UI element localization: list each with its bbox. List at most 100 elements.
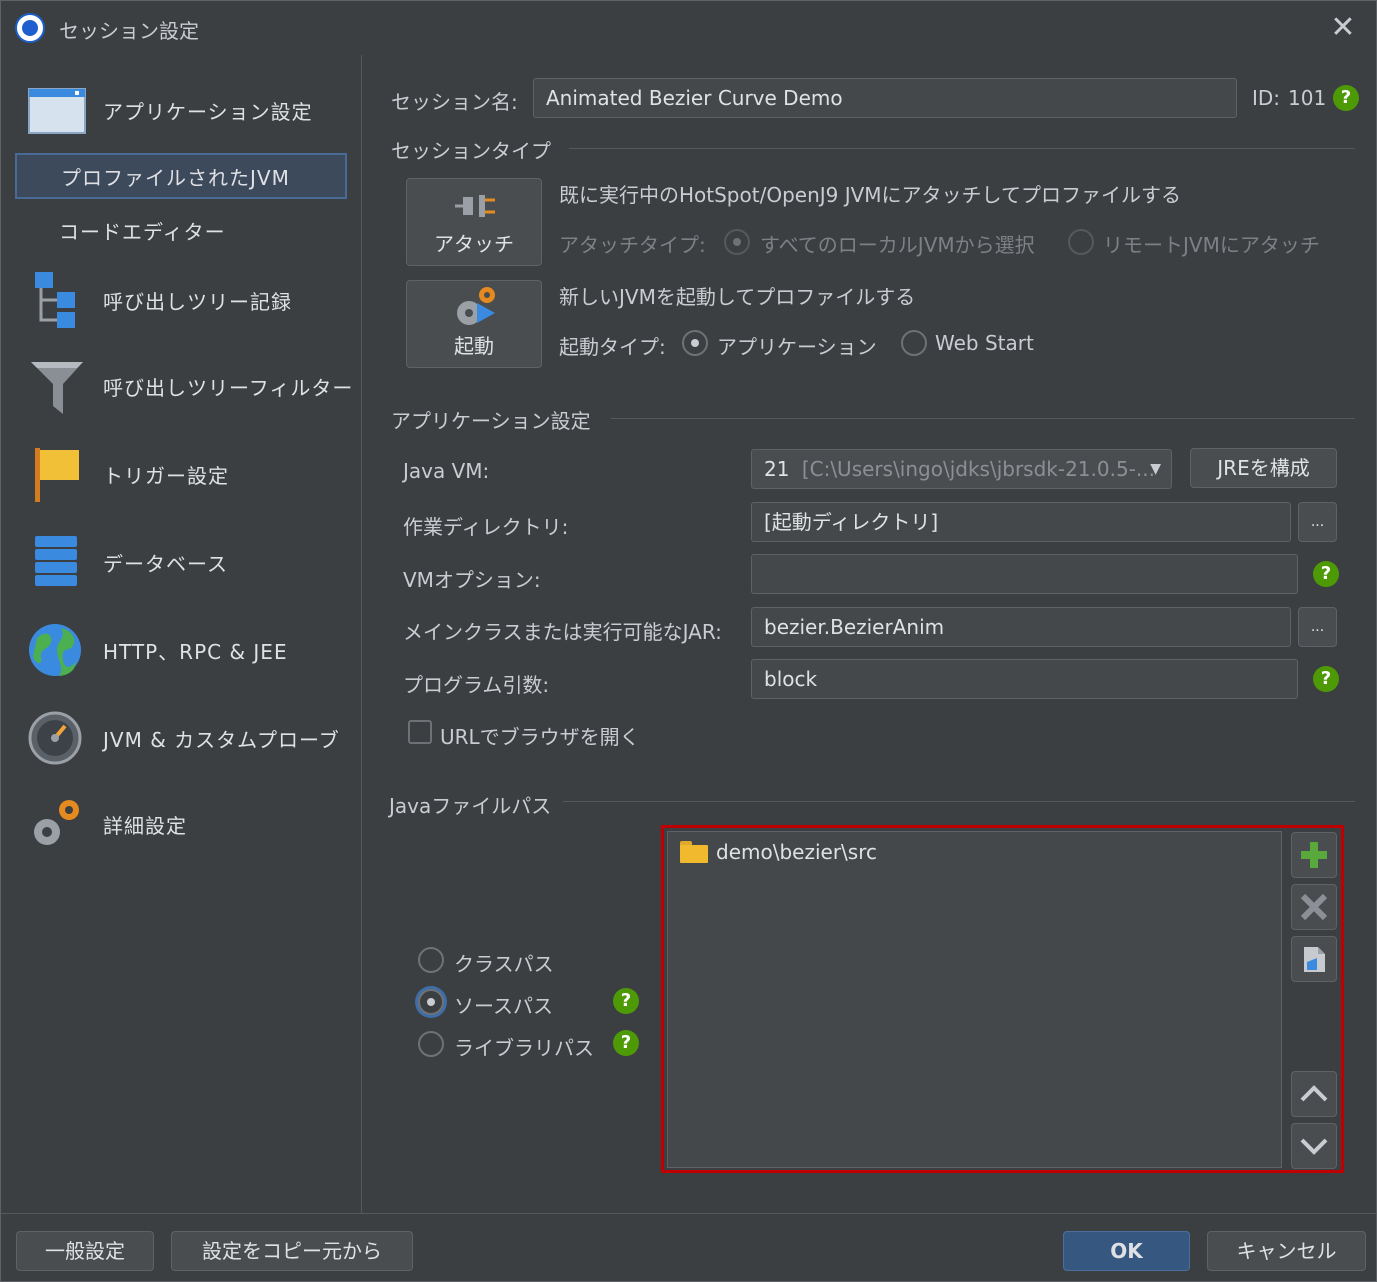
session-type-title: セッションタイプ bbox=[391, 139, 551, 163]
sidebar-item-databases[interactable]: データベース bbox=[15, 529, 360, 595]
java-vm-select[interactable]: 21 [C:\Users\ingo\jdks\jbrsdk-21.0.5-...… bbox=[751, 449, 1172, 489]
sourcepath-radio[interactable] bbox=[418, 989, 444, 1015]
help-icon[interactable]: ? bbox=[613, 1030, 639, 1056]
sidebar-item-label: アプリケーション設定 bbox=[103, 99, 313, 124]
gauge-icon bbox=[27, 708, 87, 768]
launch-application-label: アプリケーション bbox=[717, 335, 877, 359]
close-button[interactable]: ✕ bbox=[1326, 11, 1360, 45]
sidebar: アプリケーション設定 プロファイルされたJVM コードエディター 呼び出しツリー… bbox=[1, 55, 361, 1213]
sidebar-item-label: トリガー設定 bbox=[103, 463, 229, 488]
help-icon[interactable]: ? bbox=[613, 988, 639, 1014]
general-settings-button[interactable]: 一般設定 bbox=[16, 1231, 154, 1271]
section-divider bbox=[611, 418, 1355, 419]
attach-remote-radio[interactable] bbox=[1068, 229, 1094, 255]
sidebar-item-call-tree-recording[interactable]: 呼び出しツリー記録 bbox=[15, 267, 360, 333]
launch-button[interactable]: 起動 bbox=[406, 280, 542, 368]
workdir-field[interactable]: [起動ディレクトリ] bbox=[751, 502, 1291, 542]
open-browser-checkbox[interactable] bbox=[408, 720, 432, 744]
chevron-down-icon: ▼ bbox=[1150, 461, 1161, 477]
launch-type-label: 起動タイプ: bbox=[559, 335, 666, 359]
sidebar-item-triggers[interactable]: トリガー設定 bbox=[15, 441, 360, 507]
session-id-label: ID: bbox=[1252, 86, 1281, 110]
launch-application-radio[interactable] bbox=[682, 330, 708, 356]
main-class-browse-button[interactable]: ... bbox=[1298, 607, 1337, 647]
edit-path-button[interactable] bbox=[1291, 936, 1337, 982]
sidebar-item-label: 詳細設定 bbox=[103, 813, 187, 838]
chevron-down-icon bbox=[1300, 1138, 1328, 1155]
launch-webstart-radio[interactable] bbox=[901, 330, 927, 356]
app-logo-icon bbox=[15, 13, 45, 43]
sidebar-item-call-tree-filter[interactable]: 呼び出しツリーフィルター bbox=[15, 353, 360, 419]
librarypath-label: ライブラリパス bbox=[454, 1036, 594, 1060]
attach-button[interactable]: アタッチ bbox=[406, 178, 542, 266]
help-icon[interactable]: ? bbox=[1313, 666, 1339, 692]
java-vm-label: Java VM: bbox=[403, 459, 490, 483]
java-path-title: Javaファイルパス bbox=[389, 794, 552, 818]
section-divider bbox=[563, 801, 1355, 802]
session-id-value: 101 bbox=[1288, 86, 1327, 110]
add-path-button[interactable] bbox=[1291, 832, 1337, 878]
vm-options-label: VMオプション: bbox=[403, 568, 541, 592]
document-icon bbox=[1304, 947, 1325, 972]
sidebar-item-http-rpc-jee[interactable]: HTTP、RPC & JEE bbox=[15, 617, 360, 683]
cancel-button[interactable]: キャンセル bbox=[1207, 1231, 1366, 1271]
sidebar-item-code-editor[interactable]: コードエディター bbox=[15, 207, 347, 253]
program-args-field[interactable]: block bbox=[751, 659, 1298, 699]
main-panel: セッション名: Animated Bezier Curve Demo ID: 1… bbox=[363, 55, 1376, 1213]
section-divider bbox=[569, 148, 1355, 149]
chevron-up-icon bbox=[1300, 1085, 1328, 1102]
source-path-list[interactable]: demo\bezier\src bbox=[667, 831, 1282, 1168]
delete-icon bbox=[1300, 893, 1328, 921]
vm-options-field[interactable] bbox=[751, 554, 1298, 594]
sidebar-divider bbox=[361, 55, 362, 1213]
remove-path-button[interactable] bbox=[1291, 884, 1337, 930]
move-up-button[interactable] bbox=[1291, 1071, 1337, 1117]
launch-description: 新しいJVMを起動してプロファイルする bbox=[559, 285, 916, 309]
attach-local-radio[interactable] bbox=[724, 229, 750, 255]
launch-button-label: 起動 bbox=[454, 334, 494, 358]
launch-gear-icon bbox=[457, 287, 495, 325]
attach-local-label: すべてのローカルJVMから選択 bbox=[760, 233, 1035, 257]
classpath-radio[interactable] bbox=[418, 947, 444, 973]
librarypath-radio[interactable] bbox=[418, 1031, 444, 1057]
sidebar-item-advanced[interactable]: 詳細設定 bbox=[15, 791, 360, 857]
sidebar-item-profiled-jvm[interactable]: プロファイルされたJVM bbox=[15, 153, 347, 199]
folder-icon bbox=[680, 841, 708, 863]
session-name-label: セッション名: bbox=[391, 90, 518, 114]
session-settings-dialog: セッション設定 ✕ アプリケーション設定 プロファイルされたJVM コードエディ… bbox=[0, 0, 1377, 1282]
window-title: セッション設定 bbox=[59, 19, 199, 43]
sidebar-item-label: JVM & カスタムプローブ bbox=[103, 727, 340, 752]
sourcepath-label: ソースパス bbox=[454, 994, 553, 1018]
workdir-browse-button[interactable]: ... bbox=[1298, 502, 1337, 542]
attach-description: 既に実行中のHotSpot/OpenJ9 JVMにアタッチしてプロファイルする bbox=[559, 183, 1181, 207]
database-icon bbox=[27, 532, 87, 592]
sidebar-item-jvm-probes[interactable]: JVM & カスタムプローブ bbox=[15, 705, 360, 771]
configure-jre-button[interactable]: JREを構成 bbox=[1190, 448, 1337, 488]
attach-type-label: アタッチタイプ: bbox=[559, 233, 706, 257]
main-class-field[interactable]: bezier.BezierAnim bbox=[751, 607, 1291, 647]
classpath-label: クラスパス bbox=[454, 952, 554, 976]
dialog-footer: 一般設定 設定をコピー元から OK キャンセル bbox=[1, 1213, 1376, 1282]
plus-icon bbox=[1301, 842, 1327, 868]
workdir-label: 作業ディレクトリ: bbox=[403, 515, 569, 539]
session-name-field[interactable]: Animated Bezier Curve Demo bbox=[533, 78, 1237, 118]
tree-icon bbox=[27, 270, 87, 330]
list-item[interactable]: demo\bezier\src bbox=[680, 836, 877, 868]
move-down-button[interactable] bbox=[1291, 1123, 1337, 1169]
globe-icon bbox=[27, 620, 87, 680]
path-entry-label: demo\bezier\src bbox=[716, 840, 877, 864]
help-icon[interactable]: ? bbox=[1313, 561, 1339, 587]
open-browser-label: URLでブラウザを開く bbox=[440, 725, 640, 749]
funnel-icon bbox=[27, 356, 87, 416]
main-class-label: メインクラスまたは実行可能なJAR: bbox=[403, 620, 722, 644]
flag-icon bbox=[27, 444, 87, 504]
sidebar-item-label: HTTP、RPC & JEE bbox=[103, 639, 288, 664]
sidebar-item-label: 呼び出しツリー記録 bbox=[103, 289, 292, 314]
copy-settings-button[interactable]: 設定をコピー元から bbox=[171, 1231, 413, 1271]
sidebar-item-application-settings[interactable]: アプリケーション設定 bbox=[15, 77, 360, 143]
ok-button[interactable]: OK bbox=[1063, 1231, 1190, 1271]
window-icon bbox=[27, 80, 87, 140]
java-vm-path: [C:\Users\ingo\jdks\jbrsdk-21.0.5-... bbox=[801, 457, 1155, 481]
help-icon[interactable]: ? bbox=[1333, 85, 1359, 111]
title-bar: セッション設定 ✕ bbox=[1, 1, 1376, 55]
